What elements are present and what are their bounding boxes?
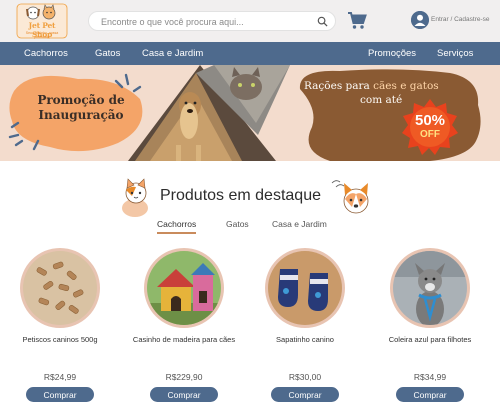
tab-cachorros[interactable]: Cachorros (157, 219, 197, 234)
product-image[interactable] (265, 248, 345, 328)
product-price: R$30,00 (288, 372, 322, 382)
product-price: R$34,99 (413, 372, 447, 382)
search-icon[interactable] (317, 16, 328, 27)
promo-title: Promoção de Inauguração (26, 93, 136, 123)
product-price: R$24,99 (43, 372, 77, 382)
racoes-pre: Rações para (304, 80, 374, 92)
tab-gatos[interactable]: Gatos (226, 219, 249, 232)
nav-item-cachorros[interactable]: Cachorros (24, 48, 68, 59)
product-card[interactable]: Coleira azul para filhotes R$34,99 Compr… (370, 248, 490, 412)
tab-casa-e-jardim[interactable]: Casa e Jardim (272, 219, 327, 232)
nav-item-casa-e-jardim[interactable]: Casa e Jardim (142, 48, 203, 59)
dog-house-image-icon (147, 251, 221, 325)
search-bar (88, 11, 336, 31)
product-card[interactable]: Casinho de madeira para cães R$229,90 Co… (124, 248, 244, 412)
product-name[interactable]: Sapatinho canino (245, 335, 365, 345)
product-card[interactable]: Petiscos caninos 500g R$24,99 Comprar (0, 248, 120, 412)
buy-button[interactable]: Comprar (396, 387, 464, 402)
treats-image-icon (23, 251, 97, 325)
product-image[interactable] (20, 248, 100, 328)
buy-button[interactable]: Comprar (271, 387, 339, 402)
search-input[interactable] (101, 15, 311, 29)
product-price: R$229,90 (165, 372, 203, 382)
section-title: Produtos em destaque (160, 187, 321, 204)
discount-percent: 50% (414, 112, 446, 129)
logo[interactable]: Jet Pet Shop Seu cãozinho, nossa priorid… (16, 3, 68, 39)
category-tabs: Cachorros Gatos Casa e Jardim (0, 219, 500, 235)
product-name[interactable]: Casinho de madeira para cães (124, 335, 244, 345)
product-image[interactable] (144, 248, 224, 328)
product-card[interactable]: Sapatinho canino R$30,00 Comprar (245, 248, 365, 412)
promo-banner[interactable]: Promoção de Inauguração Rações para cães… (0, 65, 500, 161)
top-header: Jet Pet Shop Seu cãozinho, nossa priorid… (0, 0, 500, 42)
nav-item-gatos[interactable]: Gatos (95, 48, 120, 59)
promo-title-line2: Inauguração (38, 108, 124, 122)
cart-icon[interactable] (347, 11, 367, 30)
buy-button[interactable]: Comprar (150, 387, 218, 402)
product-name[interactable]: Petiscos caninos 500g (0, 335, 120, 345)
product-image[interactable] (390, 248, 470, 328)
racoes-highlight: cães e gatos (373, 80, 439, 92)
user-icon (411, 11, 429, 29)
discount-badge: 50% OFF (400, 97, 460, 157)
dog-illustration-icon (331, 180, 369, 214)
dog-shoes-image-icon (268, 251, 342, 325)
logo-tagline: Seu cãozinho, nossa prioridade (25, 31, 59, 39)
account-link[interactable]: Entrar / Cadastre-se (411, 11, 497, 31)
discount-off: OFF (420, 129, 440, 140)
cat-illustration-icon (122, 178, 148, 217)
nav-item-servicos[interactable]: Serviços (437, 48, 473, 59)
main-nav: Cachorros Gatos Casa e Jardim Promoções … (0, 42, 500, 65)
nav-item-promocoes[interactable]: Promoções (368, 48, 416, 59)
product-name[interactable]: Coleira azul para filhotes (370, 335, 490, 345)
buy-button[interactable]: Comprar (26, 387, 94, 402)
promo-title-line1: Promoção de (37, 93, 125, 107)
account-label: Entrar / Cadastre-se (431, 16, 490, 23)
puppy-collar-image-icon (393, 251, 467, 325)
